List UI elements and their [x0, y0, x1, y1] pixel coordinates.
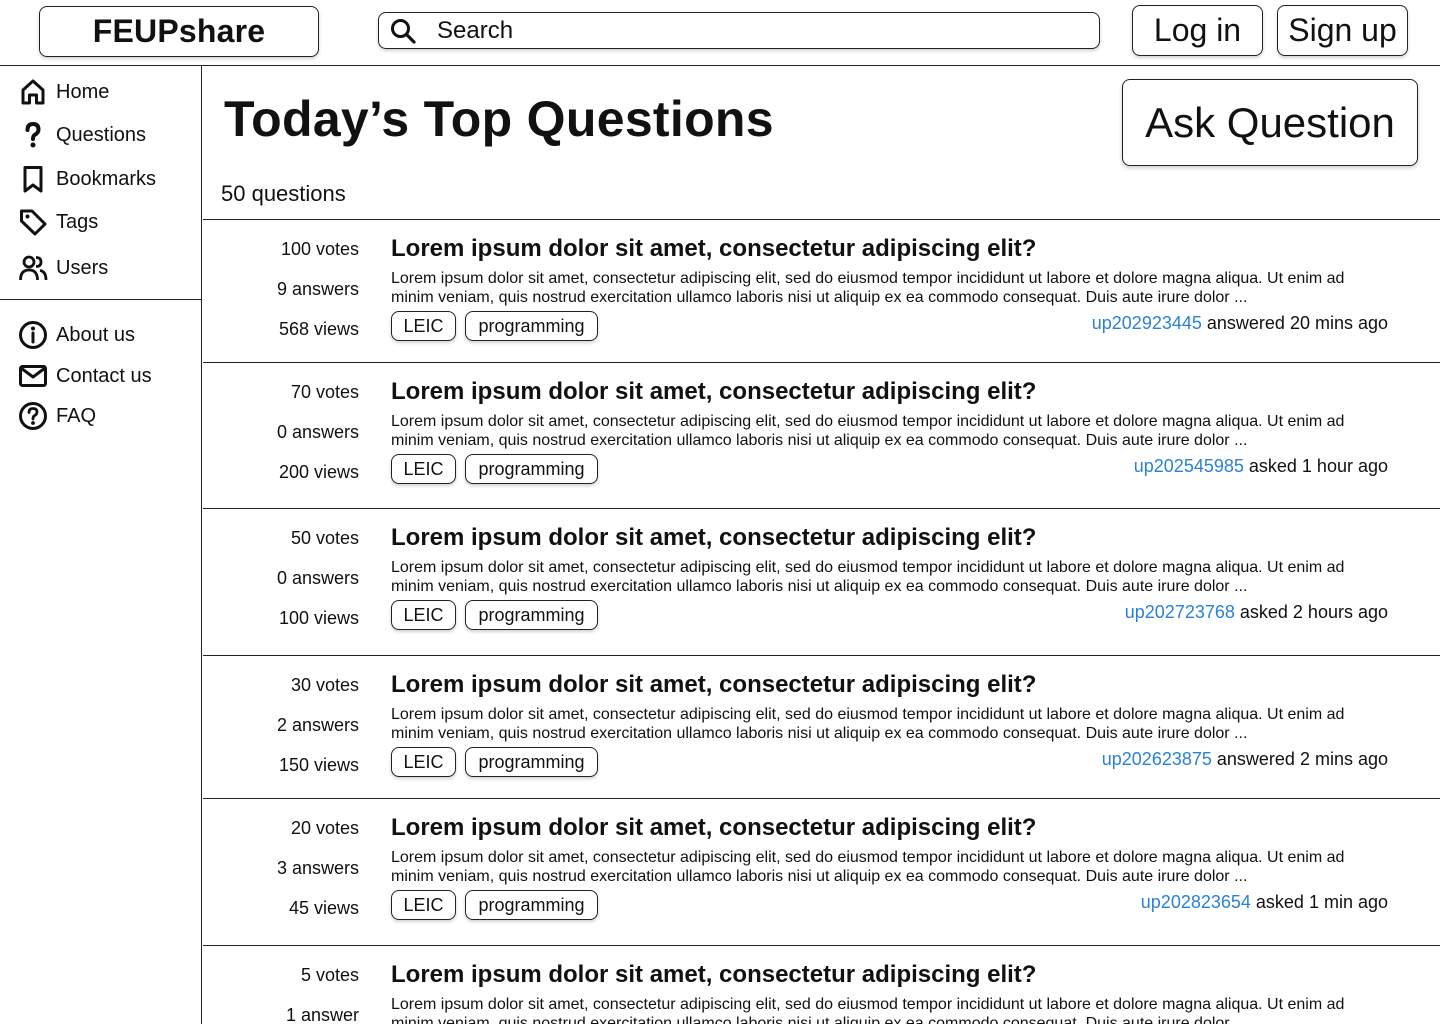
- search-bar[interactable]: [378, 12, 1100, 49]
- tag-chip[interactable]: programming: [465, 454, 598, 484]
- sidebar-item-bookmarks[interactable]: Bookmarks: [18, 164, 156, 194]
- question-title[interactable]: Lorem ipsum dolor sit amet, consectetur …: [391, 235, 1036, 263]
- answer-count: 0 answers: [276, 422, 359, 442]
- tag-chip[interactable]: LEIC: [391, 600, 456, 630]
- search-input[interactable]: [437, 16, 1077, 45]
- sidebar-item-label: Questions: [56, 123, 147, 146]
- home-icon: [18, 77, 48, 107]
- vote-count: 5 votes: [300, 965, 359, 985]
- top-header: FEUPshare Log in Sign up: [0, 0, 1440, 66]
- mail-icon: [18, 361, 48, 391]
- vote-count: 100 votes: [280, 239, 359, 259]
- logo[interactable]: FEUPshare: [39, 6, 319, 57]
- row-divider: [203, 655, 1440, 656]
- sidebar-item-label: Bookmarks: [56, 167, 157, 190]
- activity-text: answered 20 mins ago: [1201, 313, 1388, 333]
- question-excerpt: Lorem ipsum dolor sit amet, consectetur …: [391, 559, 1345, 595]
- tag-chip[interactable]: programming: [465, 311, 598, 341]
- view-count: 150 views: [278, 755, 359, 775]
- question-meta: up202723768 asked 2 hours ago: [1125, 602, 1388, 623]
- signup-button[interactable]: Sign up: [1277, 5, 1408, 56]
- vote-count: 50 votes: [290, 528, 359, 548]
- question-mark-icon: [18, 120, 48, 150]
- sidebar-item-contact[interactable]: Contact us: [18, 361, 152, 391]
- question-excerpt: Lorem ipsum dolor sit amet, consectetur …: [391, 413, 1345, 449]
- page-title: Today’s Top Questions: [224, 91, 774, 147]
- question-title[interactable]: Lorem ipsum dolor sit amet, consectetur …: [391, 378, 1036, 406]
- question-excerpt: Lorem ipsum dolor sit amet, consectetur …: [391, 849, 1345, 885]
- sidebar-item-users[interactable]: Users: [18, 253, 108, 283]
- help-circle-icon: [18, 401, 48, 431]
- sidebar-item-label: Contact us: [56, 364, 152, 387]
- sidebar: Home Questions Bookmarks Tags Users Abou…: [0, 66, 202, 1024]
- question-excerpt: Lorem ipsum dolor sit amet, consectetur …: [391, 996, 1345, 1024]
- author-link[interactable]: up202545985: [1134, 456, 1244, 476]
- tag-chip[interactable]: programming: [465, 600, 598, 630]
- sidebar-item-questions[interactable]: Questions: [18, 120, 146, 150]
- sidebar-divider: [0, 299, 202, 300]
- info-icon: [18, 320, 48, 350]
- vote-count: 30 votes: [290, 675, 359, 695]
- sidebar-item-tags[interactable]: Tags: [18, 207, 98, 237]
- question-meta: up202545985 asked 1 hour ago: [1134, 456, 1388, 477]
- question-excerpt: Lorem ipsum dolor sit amet, consectetur …: [391, 270, 1345, 306]
- question-count: 50 questions: [221, 181, 346, 206]
- search-icon[interactable]: [389, 16, 419, 46]
- ask-question-button[interactable]: Ask Question: [1122, 79, 1418, 166]
- tag-icon: [18, 207, 48, 237]
- view-count: 100 views: [278, 608, 359, 628]
- answer-count: 3 answers: [276, 858, 359, 878]
- sidebar-item-about[interactable]: About us: [18, 320, 135, 350]
- view-count: 45 views: [288, 898, 359, 918]
- login-button[interactable]: Log in: [1132, 5, 1263, 56]
- sidebar-item-home[interactable]: Home: [18, 77, 109, 107]
- tag-chip[interactable]: LEIC: [391, 890, 456, 920]
- tag-chip[interactable]: LEIC: [391, 311, 456, 341]
- tag-chip[interactable]: LEIC: [391, 454, 456, 484]
- question-title[interactable]: Lorem ipsum dolor sit amet, consectetur …: [391, 961, 1036, 989]
- question-meta: up202823654 asked 1 min ago: [1141, 892, 1388, 913]
- question-title[interactable]: Lorem ipsum dolor sit amet, consectetur …: [391, 814, 1036, 842]
- activity-text: answered 2 mins ago: [1211, 749, 1388, 769]
- question-title[interactable]: Lorem ipsum dolor sit amet, consectetur …: [391, 671, 1036, 699]
- author-link[interactable]: up202823654: [1141, 892, 1251, 912]
- sidebar-item-faq[interactable]: FAQ: [18, 401, 96, 431]
- row-divider: [203, 508, 1440, 509]
- author-link[interactable]: up202723768: [1125, 602, 1235, 622]
- answer-count: 0 answers: [276, 568, 359, 588]
- activity-text: asked 1 min ago: [1250, 892, 1388, 912]
- view-count: 568 views: [278, 319, 359, 339]
- activity-text: asked 2 hours ago: [1234, 602, 1388, 622]
- question-meta: up202623875 answered 2 mins ago: [1102, 749, 1388, 770]
- bookmark-icon: [18, 164, 48, 194]
- row-divider: [203, 362, 1440, 363]
- view-count: 200 views: [278, 462, 359, 482]
- answer-count: 1 answer: [285, 1005, 359, 1024]
- sidebar-item-label: About us: [56, 323, 135, 346]
- row-divider: [203, 798, 1440, 799]
- sidebar-item-label: FAQ: [56, 404, 97, 427]
- question-excerpt: Lorem ipsum dolor sit amet, consectetur …: [391, 706, 1345, 742]
- sidebar-item-label: Home: [56, 80, 110, 103]
- sidebar-item-label: Tags: [56, 210, 99, 233]
- author-link[interactable]: up202623875: [1102, 749, 1212, 769]
- main-content: Today’s Top Questions Ask Question 50 qu…: [203, 66, 1440, 1024]
- vote-count: 20 votes: [290, 818, 359, 838]
- activity-text: asked 1 hour ago: [1243, 456, 1388, 476]
- tag-chip[interactable]: programming: [465, 890, 598, 920]
- sidebar-item-label: Users: [56, 256, 109, 279]
- answer-count: 9 answers: [276, 279, 359, 299]
- list-divider: [203, 219, 1440, 220]
- users-icon: [18, 253, 48, 283]
- question-title[interactable]: Lorem ipsum dolor sit amet, consectetur …: [391, 524, 1036, 552]
- tag-chip[interactable]: LEIC: [391, 747, 456, 777]
- question-meta: up202923445 answered 20 mins ago: [1092, 313, 1388, 334]
- question-item: 5 votes 1 answer Lorem ipsum dolor sit a…: [203, 946, 1440, 1024]
- author-link[interactable]: up202923445: [1092, 313, 1202, 333]
- tag-chip[interactable]: programming: [465, 747, 598, 777]
- answer-count: 2 answers: [276, 715, 359, 735]
- vote-count: 70 votes: [290, 382, 359, 402]
